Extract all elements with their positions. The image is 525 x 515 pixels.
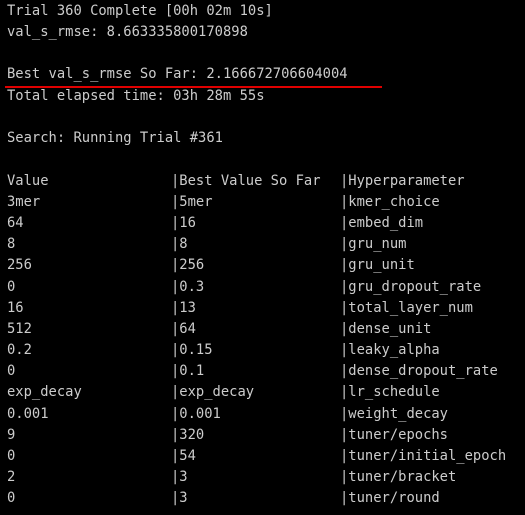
cell-value: 3mer	[7, 194, 41, 210]
cell-value: exp_decay	[7, 384, 82, 400]
cell-best-value: |8	[171, 236, 188, 252]
cell-hyperparameter: |embed_dim	[340, 215, 424, 231]
terminal-output: Trial 360 Complete [00h 02m 10s] val_s_r…	[0, 0, 525, 515]
trial-complete-line: Trial 360 Complete [00h 02m 10s]	[7, 3, 273, 19]
cell-hyperparameter: |kmer_choice	[340, 194, 440, 210]
cell-best-value: |54	[171, 448, 196, 464]
column-header-value: Value	[7, 173, 49, 189]
cell-value: 16	[7, 300, 24, 316]
cell-hyperparameter: |gru_num	[340, 236, 407, 252]
cell-best-value: |64	[171, 321, 196, 337]
cell-hyperparameter: |dense_dropout_rate	[340, 363, 498, 379]
cell-hyperparameter: |tuner/bracket	[340, 469, 457, 485]
column-header-best-value: |Best Value So Far	[171, 173, 321, 189]
cell-best-value: |3	[171, 490, 188, 506]
cell-value: 9	[7, 427, 16, 443]
cell-best-value: |exp_decay	[171, 384, 255, 400]
cell-value: 0	[7, 363, 16, 379]
cell-hyperparameter: |lr_schedule	[340, 384, 440, 400]
cell-value: 2	[7, 469, 16, 485]
cell-value: 0.001	[7, 406, 49, 422]
cell-best-value: |0.001	[171, 406, 221, 422]
cell-best-value: |256	[171, 257, 205, 273]
cell-hyperparameter: |total_layer_num	[340, 300, 473, 316]
cell-value: 0	[7, 490, 16, 506]
cell-hyperparameter: |tuner/initial_epoch	[340, 448, 507, 464]
cell-hyperparameter: |tuner/round	[340, 490, 440, 506]
cell-best-value: |13	[171, 300, 196, 316]
cell-value: 256	[7, 257, 32, 273]
cell-hyperparameter: |gru_dropout_rate	[340, 279, 482, 295]
cell-value: 0.2	[7, 342, 32, 358]
cell-best-value: |0.3	[171, 279, 205, 295]
cell-value: 0	[7, 279, 16, 295]
cell-value: 512	[7, 321, 32, 337]
cell-hyperparameter: |weight_decay	[340, 406, 448, 422]
cell-best-value: |0.15	[171, 342, 213, 358]
cell-value: 8	[7, 236, 16, 252]
search-status-line: Search: Running Trial #361	[7, 130, 223, 146]
cell-best-value: |3	[171, 469, 188, 485]
column-header-hyperparameter: |Hyperparameter	[340, 173, 465, 189]
cell-hyperparameter: |dense_unit	[340, 321, 432, 337]
cell-hyperparameter: |gru_unit	[340, 257, 415, 273]
cell-best-value: |5mer	[171, 194, 213, 210]
elapsed-time-line: Total elapsed time: 03h 28m 55s	[7, 88, 265, 104]
cell-best-value: |16	[171, 215, 196, 231]
cell-value: 0	[7, 448, 16, 464]
cell-hyperparameter: |leaky_alpha	[340, 342, 440, 358]
best-so-far-line: Best val_s_rmse So Far: 2.16667270660400…	[7, 66, 348, 82]
cell-best-value: |320	[171, 427, 205, 443]
cell-hyperparameter: |tuner/epochs	[340, 427, 448, 443]
cell-value: 64	[7, 215, 24, 231]
cell-best-value: |0.1	[171, 363, 205, 379]
val-metric-line: val_s_rmse: 8.663335800170898	[7, 24, 248, 40]
